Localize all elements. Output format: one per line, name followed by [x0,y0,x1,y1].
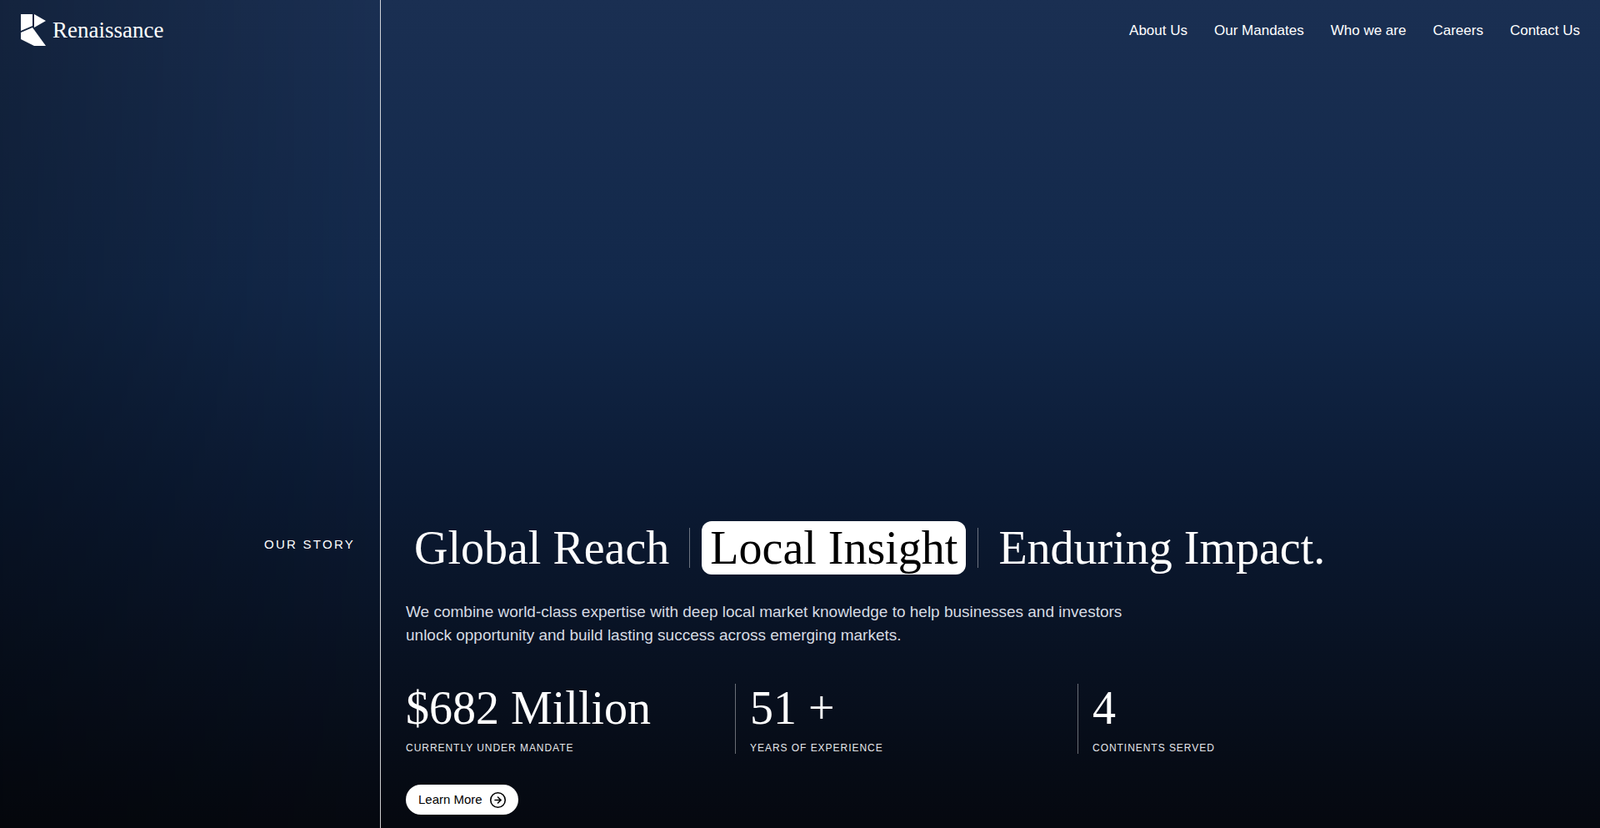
stats-row: $682 Million CURRENTLY UNDER MANDATE 51 + Y… [405,683,1600,754]
hero-main: About Us Our Mandates Who we are Careers Con… [380,0,1600,828]
stat-label: CONTINENTS SERVED [1092,741,1420,754]
nav-item[interactable]: Contact Us [1510,21,1580,40]
hero-page: Renaissance OUR STORY About Us Our Mandates… [0,0,1600,828]
learn-more-button[interactable]: Learn More [405,784,519,815]
nav-item[interactable]: Careers [1432,21,1483,40]
nav-item[interactable]: About Us [1129,21,1188,40]
stat-label: CURRENTLY UNDER MANDATE [405,741,735,754]
stat: 4 CONTINENTS SERVED [1077,683,1420,754]
left-column: Renaissance OUR STORY [0,0,381,828]
top-nav: About Us Our Mandates Who we are Careers Con… [380,0,1600,40]
hero-content: Global Reach Local Insight Enduring Impact… [380,519,1600,828]
headline: Global Reach [405,520,678,575]
nav-item[interactable]: Our Mandates [1214,21,1305,40]
hero-paragraph: We combine world-class expertise with de… [405,600,1123,647]
arrow-circle-icon [489,790,507,809]
headline-row: Global Reach Local Insight Enduring Impact… [405,519,1600,575]
nav-item[interactable]: Who we are [1330,21,1407,40]
stat-label: YEARS OF EXPERIENCE [750,741,1078,754]
stat-value: 51 + [750,683,1078,732]
stat: $682 Million CURRENTLY UNDER MANDATE [405,683,735,754]
stat-value: 4 [1092,683,1420,732]
logo-icon [20,14,46,46]
stat: 51 + YEARS OF EXPERIENCE [735,683,1078,754]
headline: Enduring Impact. [990,520,1334,575]
logo[interactable]: Renaissance [0,0,380,46]
headline: Local Insight [701,520,966,575]
headline-divider [689,527,690,568]
stat-value: $682 Million [405,683,735,732]
section-label: OUR STORY [0,535,380,553]
headline-divider [977,527,979,568]
